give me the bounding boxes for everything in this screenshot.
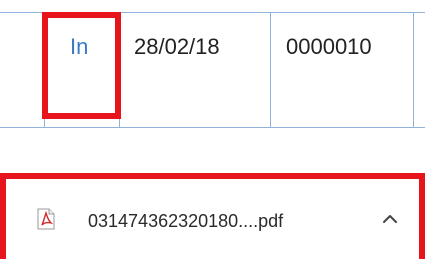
screenshot-stage: In 28/02/18 0000010 031474362320180....p…	[0, 0, 425, 259]
pdf-file-icon	[36, 208, 56, 230]
download-file-name[interactable]: 031474362320180....pdf	[88, 209, 283, 233]
column-divider	[270, 12, 271, 128]
highlight-box	[42, 12, 121, 119]
column-divider	[413, 12, 414, 128]
highlight-border-left	[0, 173, 6, 259]
table-bottom-border	[0, 127, 425, 128]
download-item[interactable]: 031474362320180....pdf	[0, 173, 425, 259]
highlight-border-top	[0, 173, 425, 179]
date-cell: 28/02/18	[134, 34, 220, 59]
number-cell: 0000010	[286, 34, 372, 59]
chevron-up-icon[interactable]	[380, 211, 400, 227]
highlight-border-right	[419, 173, 425, 259]
